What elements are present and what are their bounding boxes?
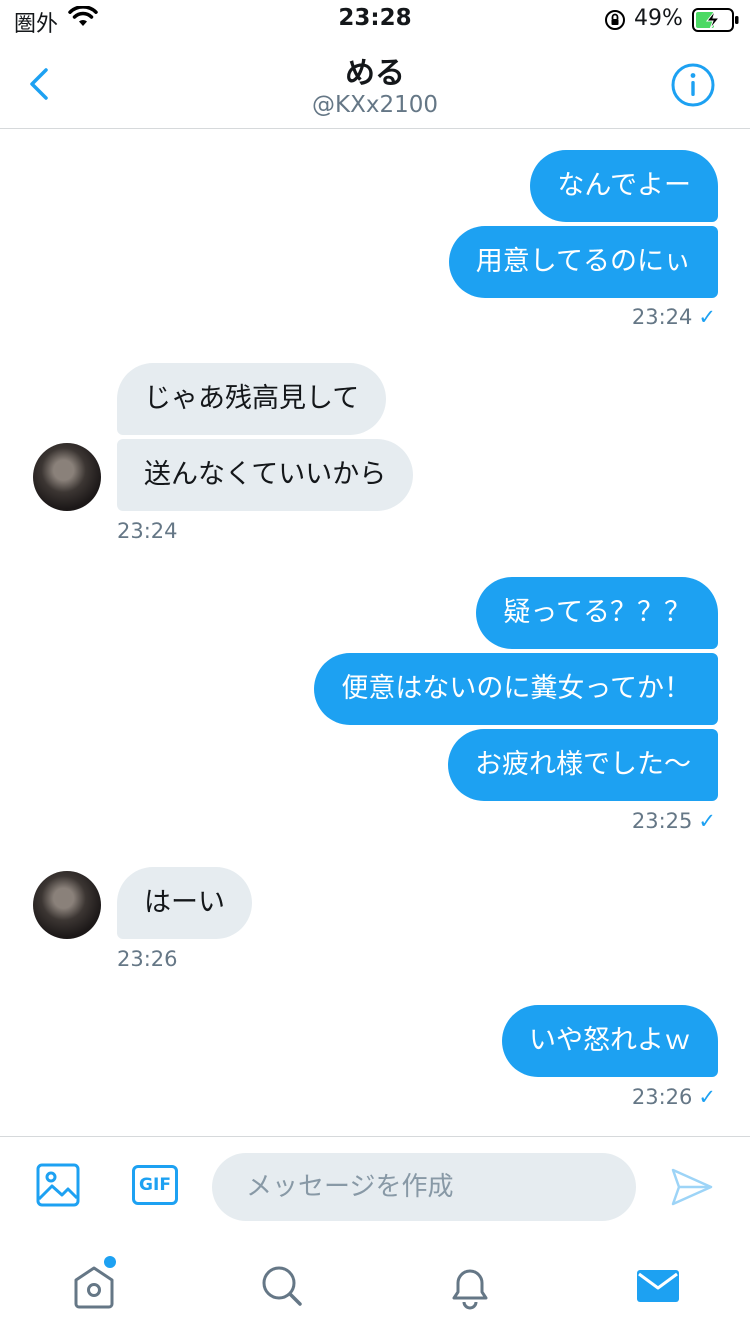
message-bubble-incoming[interactable]: はーい [117,867,252,939]
notification-dot [104,1256,116,1268]
message-timestamp: 23:24 [117,519,178,543]
battery-percent: 49% [634,6,683,31]
home-icon[interactable] [64,1258,124,1314]
message-timestamp: 23:25 ✓ [631,809,716,833]
message-bubble-outgoing[interactable]: 用意してるのにぃ [448,226,718,298]
message-bubble-incoming[interactable]: じゃあ残高見して [117,363,387,435]
status-bar: 圏外 23:28 49% [0,0,750,40]
message-timestamp: 23:26 [117,947,178,971]
message-input[interactable] [212,1153,636,1221]
read-check-icon: ✓ [698,1085,716,1109]
tab-bar [0,1236,750,1334]
mail-icon[interactable] [628,1258,688,1314]
contact-avatar[interactable] [33,443,101,511]
contact-avatar[interactable] [33,871,101,939]
message-timestamp: 23:24 ✓ [631,305,716,329]
message-bubble-outgoing[interactable]: お疲れ様でした〜 [448,729,718,801]
orientation-lock-icon [605,10,625,30]
message-bubble-outgoing[interactable]: 疑ってる？？？ [476,577,718,649]
conversation-header: める @KXx2100 [0,40,750,129]
message-bubble-outgoing[interactable]: なんでよー [530,150,718,222]
read-check-icon: ✓ [698,305,716,329]
message-timestamp: 23:26 ✓ [631,1085,716,1109]
read-check-icon: ✓ [698,809,716,833]
contact-handle: @KXx2100 [312,92,438,118]
image-icon[interactable] [36,1163,80,1207]
battery-icon [692,8,739,32]
bell-icon[interactable] [440,1258,500,1314]
message-bubble-outgoing[interactable]: いや怒れよｗ [502,1005,718,1077]
info-button[interactable] [670,62,716,108]
message-bubble-outgoing[interactable]: 便意はないのに糞女ってか！ [314,653,718,725]
send-icon[interactable] [670,1167,714,1207]
message-composer: GIF [0,1136,750,1237]
search-icon[interactable] [252,1258,312,1314]
message-bubble-incoming[interactable]: 送んなくていいから [117,439,414,511]
contact-name: める [345,56,405,91]
gif-icon[interactable]: GIF [132,1165,178,1205]
